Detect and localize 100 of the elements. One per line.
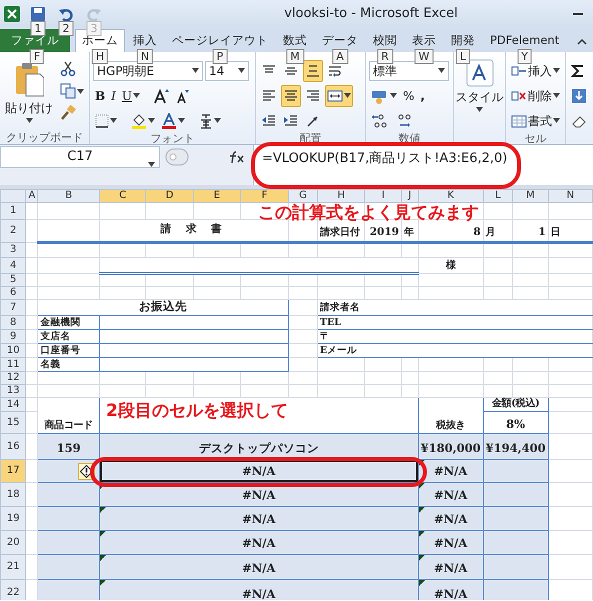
ribbon-tab[interactable]: 挿入	[126, 29, 164, 52]
row-header[interactable]: 11	[0, 358, 26, 372]
row-header[interactable]: 18	[0, 482, 26, 506]
table-cell[interactable]: ¥194,400	[483, 434, 548, 460]
italic-button[interactable]: I	[109, 84, 118, 106]
column-header[interactable]: D	[146, 190, 194, 202]
column-header[interactable]: H	[317, 190, 365, 202]
merge-button[interactable]	[325, 84, 353, 106]
table-cell[interactable]: #N/A	[418, 530, 484, 554]
center-button[interactable]	[281, 84, 301, 106]
row-header[interactable]: 3	[0, 242, 26, 258]
bold-button[interactable]: B	[93, 84, 108, 106]
table-cell[interactable]: #N/A	[99, 530, 418, 554]
column-header[interactable]: J	[401, 190, 418, 202]
row-header[interactable]: 21	[0, 554, 26, 580]
column-header[interactable]: N	[548, 190, 592, 202]
table-cell[interactable]: お振込先	[38, 300, 289, 316]
table-cell[interactable]: 日	[548, 220, 592, 242]
column-header[interactable]: A	[26, 190, 38, 202]
caret-icon	[133, 93, 140, 98]
row-header[interactable]: 13	[0, 384, 26, 398]
column-header[interactable]: G	[288, 190, 318, 202]
column-header[interactable]: L	[483, 190, 513, 202]
table-cell[interactable]	[483, 530, 548, 554]
row-header[interactable]: 1	[0, 202, 26, 220]
align-bottom-button[interactable]	[303, 60, 323, 82]
table-cell[interactable]: #N/A	[418, 482, 484, 506]
row-header[interactable]: 10	[0, 344, 26, 358]
ribbon-tab[interactable]: 開発	[444, 29, 482, 52]
row-header[interactable]: 19	[0, 506, 26, 530]
font-name-dropdown[interactable]: HGP明朝E	[93, 60, 203, 80]
ribbon-tab[interactable]: 表示	[405, 29, 443, 52]
table-cell[interactable]: #N/A	[418, 554, 484, 580]
column-header[interactable]: F	[240, 190, 289, 202]
row-header[interactable]: 17	[0, 460, 26, 482]
table-cell[interactable]: 159	[38, 434, 100, 460]
column-header[interactable]: M	[512, 190, 548, 202]
table-cell[interactable]	[483, 506, 548, 530]
table-cell[interactable]: 請求日付	[317, 220, 365, 242]
row-header[interactable]: 20	[0, 530, 26, 554]
name-box[interactable]: C17	[0, 146, 160, 168]
ribbon-tab[interactable]: 数式	[276, 29, 314, 52]
delete-cells-button[interactable]: 削除	[509, 84, 562, 106]
table-cell[interactable]	[38, 554, 100, 580]
row-header[interactable]: 8	[0, 316, 26, 330]
number-format-dropdown[interactable]: 標準	[369, 60, 449, 80]
table-cell[interactable]	[38, 482, 100, 506]
row-header[interactable]: 15	[0, 412, 26, 434]
table-cell[interactable]: #N/A	[99, 506, 418, 530]
table-cell[interactable]: #N/A	[418, 580, 484, 600]
table-cell[interactable]: ¥180,000	[418, 434, 484, 460]
row-header[interactable]: 6	[0, 286, 26, 300]
row-header[interactable]: 2	[0, 220, 26, 242]
ribbon-tab[interactable]: 校閲	[366, 29, 404, 52]
column-header[interactable]: C	[99, 190, 146, 202]
table-cell[interactable]: 金融機関	[38, 316, 100, 330]
format-cells-button[interactable]: 書式	[509, 110, 562, 132]
column-header[interactable]: I	[364, 190, 402, 202]
table-cell[interactable]: 1	[512, 220, 548, 242]
row-header[interactable]: 5	[0, 274, 26, 286]
formula-field[interactable]: =VLOOKUP(B17,商品リスト!A3:E6,2,0)	[253, 145, 593, 185]
table-cell[interactable]: #N/A	[99, 580, 418, 600]
table-cell[interactable]: #N/A	[99, 554, 418, 580]
table-cell[interactable]: 名義	[38, 358, 100, 372]
underline-button[interactable]: U	[120, 84, 142, 106]
column-header[interactable]: E	[193, 190, 241, 202]
row-header[interactable]: 4	[0, 258, 26, 274]
clipboard-icon	[14, 62, 44, 98]
table-cell[interactable]	[483, 554, 548, 580]
comma-button[interactable]: ,	[418, 84, 427, 106]
column-header[interactable]: B	[38, 190, 100, 202]
table-cell[interactable]	[38, 580, 100, 600]
row-header[interactable]: 14	[0, 398, 26, 412]
table-cell[interactable]: #N/A	[418, 506, 484, 530]
table-cell[interactable]: 年	[401, 220, 418, 242]
table-cell[interactable]	[38, 506, 100, 530]
table-cell[interactable]: 金額(税込)	[483, 398, 548, 412]
ribbon-tab[interactable]: ページレイアウト	[165, 29, 275, 52]
percent-button[interactable]: %	[401, 84, 416, 106]
table-cell[interactable]: 請求者名	[317, 300, 592, 316]
table-cell[interactable]	[483, 482, 548, 506]
ribbon-tab[interactable]: データ	[315, 29, 365, 52]
table-cell[interactable]	[483, 460, 548, 482]
font-size-dropdown[interactable]: 14	[205, 60, 249, 80]
table-cell[interactable]: 様	[418, 258, 484, 274]
row-header[interactable]: 12	[0, 372, 26, 384]
table-cell[interactable]: TEL	[317, 316, 592, 330]
table-cell[interactable]	[38, 530, 100, 554]
table-cell[interactable]: #N/A	[99, 460, 418, 482]
table-cell[interactable]: Eメール	[317, 344, 592, 358]
table-cell[interactable]: 請 求 書	[99, 220, 289, 242]
table-cell[interactable]: 月	[483, 220, 513, 242]
row-header[interactable]: 22	[0, 580, 26, 600]
column-header[interactable]: K	[418, 190, 484, 202]
ribbon-tab[interactable]: PDFelement	[483, 29, 566, 52]
row-header[interactable]: 7	[0, 300, 26, 316]
table-cell[interactable]	[483, 580, 548, 600]
row-header[interactable]: 9	[0, 330, 26, 344]
table-cell[interactable]: 〒	[317, 330, 592, 344]
row-header[interactable]: 16	[0, 434, 26, 460]
